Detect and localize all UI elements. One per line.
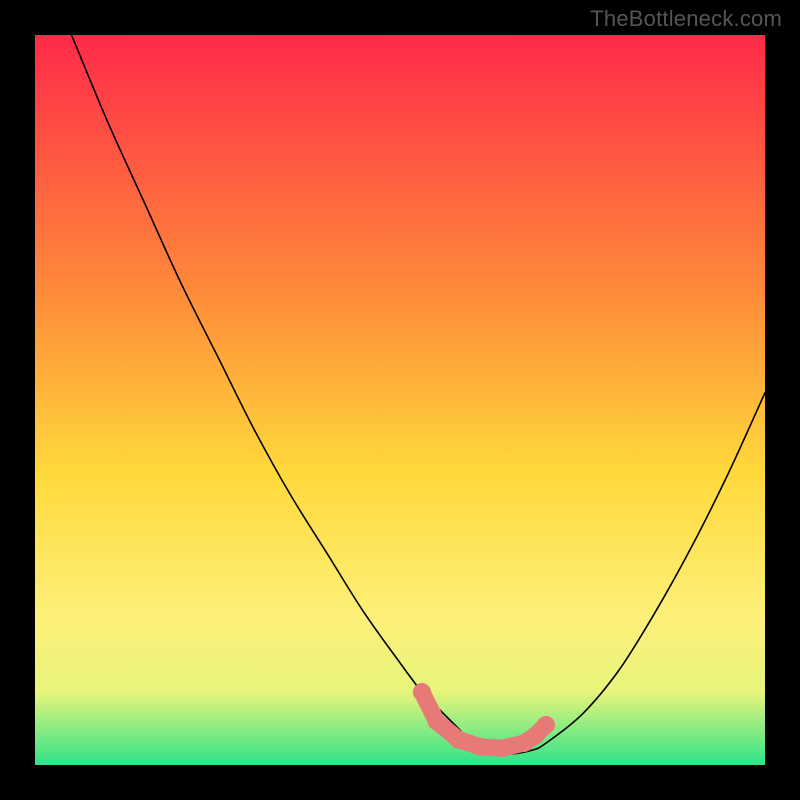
marker-dot — [537, 716, 555, 734]
chart-container: TheBottleneck.com — [0, 0, 800, 800]
curve-layer — [35, 35, 765, 765]
optimal-range-markers — [413, 683, 555, 757]
marker-dot — [428, 712, 446, 730]
marker-dot — [449, 731, 467, 749]
watermark-text: TheBottleneck.com — [590, 6, 782, 32]
marker-dot — [413, 683, 431, 701]
bottleneck-curve — [72, 35, 766, 754]
plot-area — [35, 35, 765, 765]
marker-dot — [493, 739, 511, 757]
marker-dot — [471, 738, 489, 756]
